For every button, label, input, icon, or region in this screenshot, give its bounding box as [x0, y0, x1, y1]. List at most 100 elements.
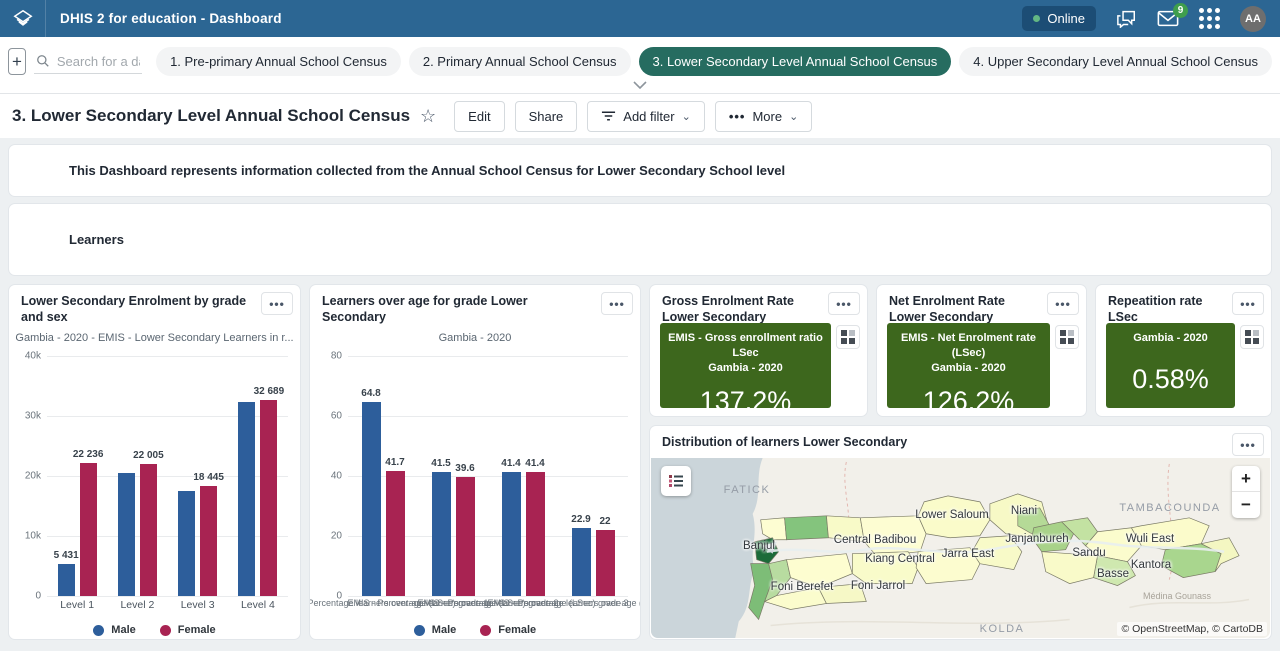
legend-dot [93, 625, 104, 636]
legend-item-female[interactable]: Female [160, 624, 216, 636]
grid-square [1253, 338, 1259, 344]
zoom-out-button[interactable]: − [1232, 492, 1260, 518]
dashboard-chip-2[interactable]: 2. Primary Annual School Census [409, 47, 631, 76]
single-value-number: 137.2% [660, 386, 831, 417]
data-label: 5 431 [54, 550, 79, 561]
card-more-button[interactable]: ••• [828, 292, 860, 315]
legend-item-male[interactable]: Male [93, 624, 135, 636]
item-type-grid-icon[interactable] [836, 325, 860, 349]
card-more-button[interactable]: ••• [601, 292, 633, 315]
grid-square [1060, 330, 1066, 336]
single-value-card-1: Gross Enrolment Rate Lower Secondary•••E… [649, 284, 868, 417]
bar-groups: 64.8 41.7 41.539.641.441.4 22.9 22 [348, 356, 628, 596]
bar-female: 22 [596, 530, 615, 596]
share-button[interactable]: Share [515, 101, 578, 132]
apps-grid-icon [1199, 8, 1204, 13]
dashboard-chip-4[interactable]: 4. Upper Secondary Level Annual School C… [959, 47, 1272, 76]
apps-menu-button[interactable] [1199, 8, 1220, 29]
bar-groups: 5 43122 236 22 005 18 445 32 689 [47, 356, 288, 596]
search-input[interactable] [57, 54, 140, 69]
bar-female: 41.7 [386, 471, 405, 596]
chart-plot-area: 80604020064.841.741.539.641.441.422.922 [348, 356, 628, 596]
single-value-panel: Gambia - 20200.58% [1106, 323, 1235, 408]
legend-item-female[interactable]: Female [480, 624, 536, 636]
chart-card-enrolment: Lower Secondary Enrolment by grade and s… [8, 284, 301, 640]
bar-fill [200, 486, 217, 597]
page-title: 3. Lower Secondary Level Annual School C… [12, 106, 410, 126]
star-icon[interactable]: ☆ [420, 106, 436, 127]
bar-fill [596, 530, 615, 596]
legend-label: Male [111, 624, 135, 636]
bar-female: 18 445 [200, 486, 217, 597]
legend-item-male[interactable]: Male [414, 624, 456, 636]
show-more-dashboards[interactable] [8, 76, 1272, 93]
more-button[interactable]: ••• More ⌄ [715, 101, 813, 132]
bar-male: 41.5 [432, 472, 451, 597]
bar-male [238, 402, 255, 596]
bar-fill [140, 464, 157, 596]
legend-dot [480, 625, 491, 636]
chart-card-overage: Learners over age for grade Lower Second… [309, 284, 641, 640]
bar-group: 5 43122 236 [47, 356, 107, 596]
data-label: 18 445 [193, 472, 224, 483]
item-type-grid-icon[interactable] [1240, 325, 1264, 349]
app-title: DHIS 2 for education - Dashboard [46, 11, 282, 26]
dhis2-diamond-icon [12, 8, 34, 30]
map-attribution: © OpenStreetMap, © CartoDB [1117, 622, 1267, 636]
grid-square [1068, 338, 1074, 344]
grid-square [1245, 338, 1251, 344]
grid-square [1060, 338, 1066, 344]
data-label: 32 689 [254, 386, 285, 397]
zoom-in-button[interactable]: + [1232, 466, 1260, 492]
single-value-subtitle: Gambia - 2020 [887, 361, 1050, 376]
single-value-subtitle: Gambia - 2020 [1106, 331, 1235, 346]
chevron-down-icon [633, 81, 647, 89]
map-canvas[interactable]: FATICKTAMBACOUNDAKOLDALower SaloumNianiB… [651, 458, 1270, 638]
bar-fill [362, 402, 381, 596]
y-axis-tick: 40 [314, 471, 342, 482]
x-axis-label: Level 1 [47, 599, 107, 611]
bar-male: 41.4 [502, 472, 521, 596]
dashboard-chip-1[interactable]: 1. Pre-primary Annual School Census [156, 47, 401, 76]
dashboard-chip-3[interactable]: 3. Lower Secondary Level Annual School C… [639, 47, 952, 76]
interpretations-button[interactable] [1116, 9, 1137, 28]
chart-legend: Male Female [310, 624, 640, 636]
bar-fill [118, 473, 135, 596]
card-more-button[interactable]: ••• [1047, 292, 1079, 315]
item-type-grid-icon[interactable] [1055, 325, 1079, 349]
bar-male: 64.8 [362, 402, 381, 596]
dhis2-logo[interactable] [0, 0, 46, 37]
bar-group: 41.539.6 [418, 356, 488, 596]
new-dashboard-button[interactable]: + [8, 48, 26, 75]
map-layers-button[interactable] [661, 466, 691, 496]
dashboard-title-bar: 3. Lower Secondary Level Annual School C… [0, 94, 1280, 138]
edit-button[interactable]: Edit [454, 101, 504, 132]
bar-group: 18 445 [168, 356, 228, 596]
grid-square [1245, 330, 1251, 336]
bar-female: 22 236 [80, 463, 97, 596]
grid-square [849, 338, 855, 344]
single-value-subtitle: EMIS - Net Enrolment rate (LSec) [887, 331, 1050, 361]
online-status-badge[interactable]: Online [1022, 6, 1096, 31]
bar-male [178, 491, 195, 596]
x-axis-label: Level 2 [107, 599, 167, 611]
data-label: 22 005 [133, 450, 164, 461]
messages-button[interactable]: 9 [1157, 10, 1179, 27]
bar-group: 41.441.4 [488, 356, 558, 596]
chart-legend: Male Female [9, 624, 300, 636]
dashboard-search[interactable] [34, 50, 142, 74]
map-card: Distribution of learners Lower Secondary… [649, 425, 1272, 640]
dashboard-chips: 1. Pre-primary Annual School Census 2. Pr… [156, 47, 1272, 76]
bar-fill [260, 400, 277, 596]
card-more-button[interactable]: ••• [1232, 292, 1264, 315]
card-more-button[interactable]: ••• [1232, 433, 1264, 456]
user-avatar[interactable]: AA [1240, 6, 1266, 32]
bar-group: 22.9 22 [558, 356, 628, 596]
gambia-choropleth-map [651, 458, 1270, 638]
text-item-description: This Dashboard represents information co… [8, 144, 1272, 197]
card-more-button[interactable]: ••• [261, 292, 293, 315]
single-value-panel: EMIS - Gross enrollment ratio LSecGambia… [660, 323, 831, 408]
bar-male: 22.9 [572, 528, 591, 597]
bar-fill [386, 471, 405, 596]
add-filter-button[interactable]: Add filter ⌄ [587, 101, 705, 132]
